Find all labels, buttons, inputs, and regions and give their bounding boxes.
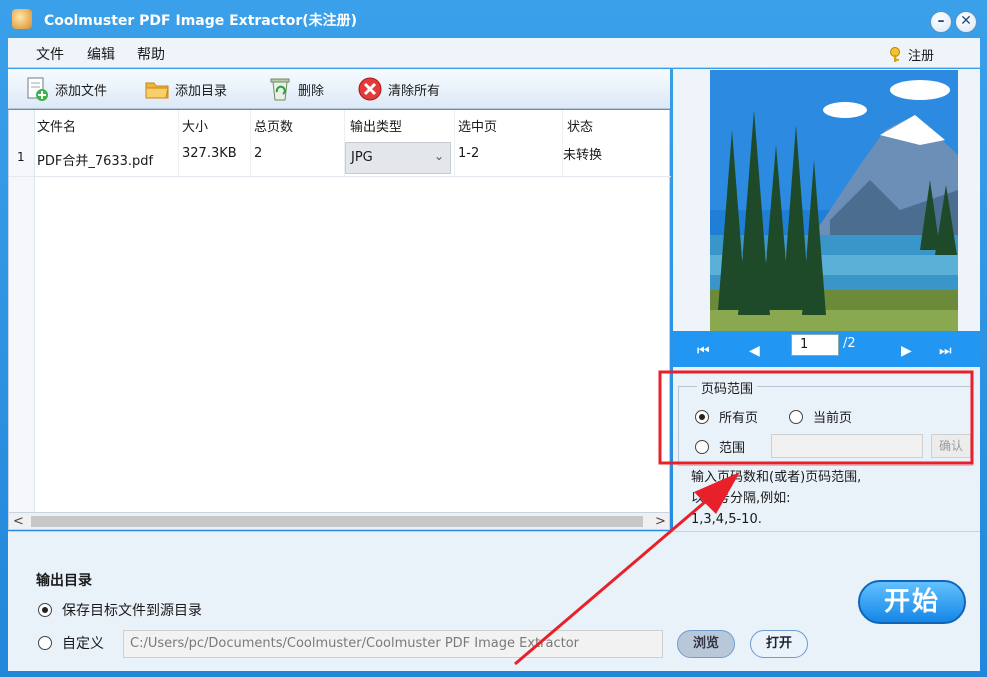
header-output-type[interactable]: 输出类型 — [350, 116, 402, 135]
header-pages[interactable]: 总页数 — [254, 116, 293, 135]
range-input[interactable] — [771, 434, 923, 458]
minimize-button[interactable]: – — [930, 11, 952, 33]
row-index: 1 — [17, 150, 25, 164]
first-page-icon[interactable]: ⏮ — [697, 343, 710, 359]
preview-area — [673, 69, 980, 331]
register-button[interactable]: 注册 — [888, 44, 934, 64]
cell-size: 327.3KB — [182, 146, 237, 161]
preview-panel: ⏮ ◀ 1 /2 ▶ ⏭ 页码范围 所有页 当前页 范围 确认 输入页码数和(或… — [673, 69, 980, 531]
page-range-group: 页码范围 所有页 当前页 范围 确认 — [678, 378, 973, 466]
last-page-icon[interactable]: ⏭ — [939, 343, 952, 359]
open-button[interactable]: 打开 — [750, 630, 808, 658]
clear-all-icon — [358, 77, 382, 101]
clear-all-label: 清除所有 — [388, 83, 441, 99]
add-folder-button[interactable]: 添加目录 — [144, 76, 227, 102]
radio-dot-selected — [695, 409, 709, 424]
radio-range[interactable]: 范围 — [695, 437, 745, 456]
hint-line: 以逗号分隔,例如: — [691, 491, 791, 506]
column-divider — [454, 110, 455, 176]
app-window: Coolmuster PDF Image Extractor(未注册) – ✕ … — [0, 0, 987, 677]
key-icon — [890, 47, 900, 62]
cell-selected-pages[interactable]: 1-2 — [458, 146, 479, 161]
app-logo-icon — [12, 9, 32, 29]
add-folder-label: 添加目录 — [175, 83, 228, 99]
radio-save-to-source[interactable]: 保存目标文件到源目录 — [38, 600, 202, 620]
folder-icon — [145, 82, 169, 99]
file-table: 文件名 大小 总页数 输出类型 选中页 状态 1 PDF合并_7633.pdf … — [8, 110, 671, 514]
page-navigation-bar: ⏮ ◀ 1 /2 ▶ ⏭ — [673, 331, 980, 367]
add-file-button[interactable]: 添加文件 — [24, 76, 107, 102]
horizontal-scrollbar[interactable]: < > — [8, 512, 670, 530]
radio-current-page-label: 当前页 — [813, 411, 853, 426]
header-size[interactable]: 大小 — [182, 116, 208, 135]
prev-page-icon[interactable]: ◀ — [749, 343, 760, 359]
chevron-down-icon: ⌄ — [433, 149, 444, 163]
radio-custom[interactable]: 自定义 — [38, 633, 104, 653]
row-number-column — [9, 110, 35, 514]
browse-button[interactable]: 浏览 — [677, 630, 735, 658]
menu-bar: 文件 编辑 帮助 注册 — [8, 38, 980, 68]
page-range-legend: 页码范围 — [697, 378, 758, 397]
page-preview-image — [710, 70, 958, 331]
next-page-icon[interactable]: ▶ — [901, 343, 912, 359]
column-divider — [250, 110, 251, 176]
radio-custom-label: 自定义 — [62, 636, 104, 652]
delete-label: 删除 — [298, 83, 325, 99]
radio-dot-selected — [38, 603, 52, 617]
clear-all-button[interactable]: 清除所有 — [357, 76, 440, 102]
output-title: 输出目录 — [36, 573, 92, 589]
radio-save-to-source-label: 保存目标文件到源目录 — [62, 603, 202, 619]
radio-dot — [695, 439, 709, 454]
confirm-button[interactable]: 确认 — [931, 434, 971, 458]
cell-filename[interactable]: PDF合并_7633.pdf — [37, 150, 153, 169]
window-title: Coolmuster PDF Image Extractor(未注册) — [44, 13, 358, 29]
menu-edit[interactable]: 编辑 — [87, 44, 115, 64]
header-filename[interactable]: 文件名 — [37, 116, 76, 135]
radio-range-label: 范围 — [719, 441, 746, 456]
radio-dot — [789, 409, 803, 424]
row-separator — [9, 176, 671, 177]
register-label: 注册 — [908, 49, 935, 64]
column-divider — [562, 110, 563, 176]
title-bar: Coolmuster PDF Image Extractor(未注册) – ✕ — [0, 0, 987, 38]
header-selected-pages[interactable]: 选中页 — [458, 116, 497, 135]
add-file-label: 添加文件 — [55, 83, 108, 99]
output-type-select[interactable]: JPG ⌄ — [345, 142, 451, 174]
output-type-value: JPG — [351, 150, 373, 165]
page-total: /2 — [843, 336, 856, 351]
output-panel: 输出目录 保存目标文件到源目录 自定义 C:/Users/pc/Document… — [8, 531, 980, 671]
range-hint: 输入页码数和(或者)页码范围, 以逗号分隔,例如: 1,3,4,5-10. — [691, 467, 931, 530]
radio-dot — [38, 636, 52, 650]
scroll-thumb[interactable] — [31, 516, 643, 527]
output-path-input[interactable]: C:/Users/pc/Documents/Coolmuster/Coolmus… — [123, 630, 663, 658]
cell-pages: 2 — [254, 146, 263, 161]
scroll-left-icon[interactable]: < — [13, 514, 24, 529]
delete-button[interactable]: 删除 — [267, 76, 324, 102]
toolbar: 添加文件 添加目录 删除 清除所有 — [8, 69, 670, 109]
menu-help[interactable]: 帮助 — [137, 44, 165, 64]
cell-status: 未转换 — [563, 148, 603, 163]
start-button[interactable]: 开始 — [858, 580, 966, 624]
radio-current-page[interactable]: 当前页 — [789, 407, 852, 426]
add-file-icon — [27, 77, 48, 101]
hint-line: 输入页码数和(或者)页码范围, — [691, 470, 862, 485]
recycle-bin-icon — [270, 78, 290, 101]
menu-file[interactable]: 文件 — [36, 44, 64, 64]
radio-all-pages-label: 所有页 — [719, 411, 759, 426]
radio-all-pages[interactable]: 所有页 — [695, 407, 758, 426]
page-number-input[interactable]: 1 — [791, 334, 839, 356]
header-status[interactable]: 状态 — [567, 116, 593, 135]
close-button[interactable]: ✕ — [955, 11, 977, 33]
scroll-right-icon[interactable]: > — [655, 514, 666, 529]
hint-line: 1,3,4,5-10. — [691, 512, 762, 527]
column-divider — [178, 110, 179, 176]
